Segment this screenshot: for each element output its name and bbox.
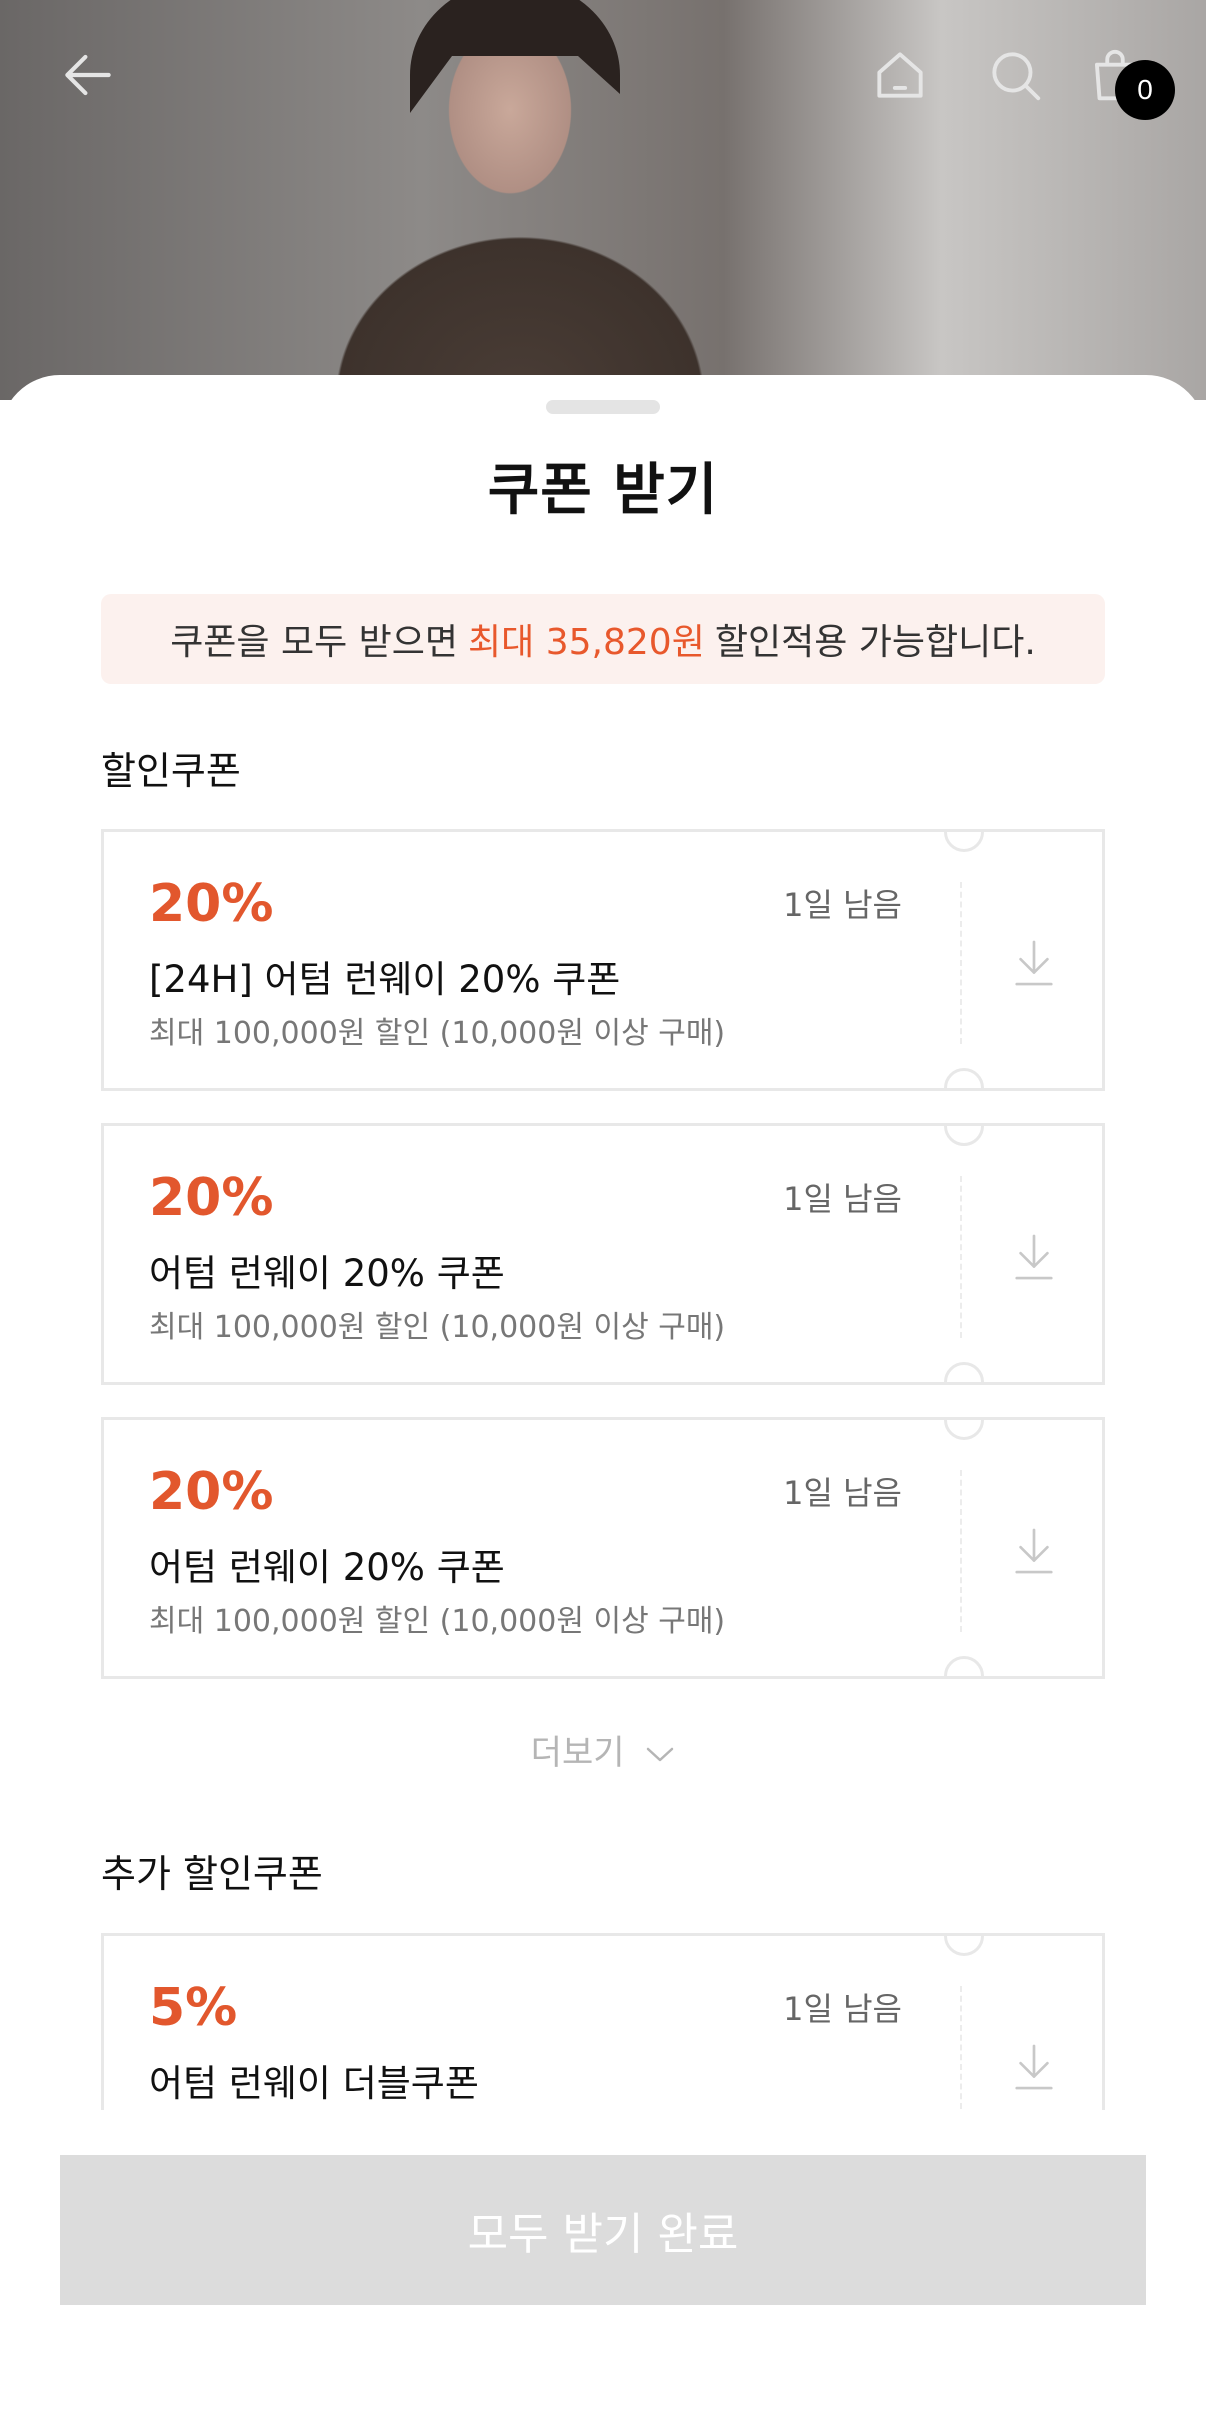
search-icon [992, 52, 1041, 101]
notice-suffix: 할인적용 가능합니다. [714, 622, 1036, 663]
coupon-percent: 5% [149, 1978, 238, 2038]
search-button[interactable] [975, 35, 1055, 115]
receive-all-button[interactable]: 모두 받기 완료 [60, 2155, 1146, 2305]
download-icon [1015, 940, 1053, 986]
notice-prefix: 쿠폰을 모두 받으면 [170, 622, 459, 663]
discount-notice: 쿠폰을 모두 받으면 최대 35,820원 할인적용 가능합니다. [101, 594, 1105, 684]
coupon-notch [944, 832, 984, 852]
coupon-sheet: 쿠폰 받기 쿠폰을 모두 받으면 최대 35,820원 할인적용 가능합니다. … [0, 375, 1206, 2436]
download-icon [1015, 1528, 1053, 1574]
coupon-download-button[interactable] [1004, 1222, 1064, 1292]
chevron-down-icon [647, 1747, 674, 1761]
notice-highlight: 최대 35,820원 [468, 622, 705, 663]
coupon-notch [944, 1420, 984, 1440]
coupon-notch [944, 1126, 984, 1146]
coupon-card[interactable]: 20% 1일 남음 [24H] 어텀 런웨이 20% 쿠폰 최대 100,000… [101, 829, 1105, 1091]
coupon-name: 어텀 런웨이 20% 쿠폰 [149, 1546, 505, 1589]
back-button[interactable] [48, 35, 128, 115]
coupon-card[interactable]: 20% 1일 남음 어텀 런웨이 20% 쿠폰 최대 100,000원 할인 (… [101, 1123, 1105, 1385]
coupon-name: [24H] 어텀 런웨이 20% 쿠폰 [149, 958, 621, 1001]
section-title-discount: 할인쿠폰 [101, 749, 241, 793]
coupon-condition: 최대 100,000원 할인 (10,000원 이상 구매) [149, 1604, 726, 1639]
coupon-remaining: 1일 남음 [783, 1990, 902, 2028]
sheet-title: 쿠폰 받기 [487, 458, 719, 523]
coupon-name: 어텀 런웨이 더블쿠폰 [149, 2062, 479, 2105]
coupon-condition: 최대 100,000원 할인 (10,000원 이상 구매) [149, 1310, 726, 1345]
coupon-notch [944, 1656, 984, 1676]
coupon-percent: 20% [149, 1462, 274, 1522]
coupon-download-button[interactable] [1004, 928, 1064, 998]
coupon-divider [960, 1470, 962, 1632]
download-icon [1015, 1234, 1053, 1280]
coupon-divider [960, 1176, 962, 1338]
photo-model [410, 0, 620, 113]
coupon-download-button[interactable] [1004, 1516, 1064, 1586]
coupon-notch [944, 1936, 984, 1956]
coupon-percent: 20% [149, 874, 274, 934]
sheet-drag-handle[interactable] [546, 400, 660, 414]
more-button[interactable]: 더보기 [0, 1725, 1206, 1774]
coupon-remaining: 1일 남음 [783, 1180, 902, 1218]
coupon-remaining: 1일 남음 [783, 886, 902, 924]
coupon-name: 어텀 런웨이 20% 쿠폰 [149, 1252, 505, 1295]
coupon-condition: 최대 100,000원 할인 (10,000원 이상 구매) [149, 1016, 726, 1051]
home-button[interactable] [860, 35, 940, 115]
coupon-divider [960, 882, 962, 1044]
coupon-notch [944, 1068, 984, 1088]
section-title-extra: 추가 할인쿠폰 [101, 1852, 323, 1896]
home-icon [877, 52, 923, 98]
more-label: 더보기 [530, 1733, 625, 1773]
download-icon [1015, 2044, 1053, 2090]
coupon-remaining: 1일 남음 [783, 1474, 902, 1512]
coupon-notch [944, 1362, 984, 1382]
arrow-left-icon [65, 54, 111, 96]
coupon-percent: 20% [149, 1168, 274, 1228]
coupon-card[interactable]: 20% 1일 남음 어텀 런웨이 20% 쿠폰 최대 100,000원 할인 (… [101, 1417, 1105, 1679]
coupon-download-button[interactable] [1004, 2032, 1064, 2102]
cart-count-badge: 0 [1115, 60, 1175, 120]
